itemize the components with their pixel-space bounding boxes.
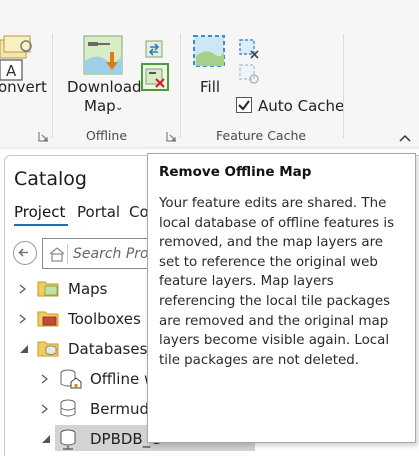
database-home-icon [60,369,82,389]
checkmark-icon [238,100,250,111]
ribbon-separator [180,34,181,138]
tab-portal[interactable]: Portal [77,203,120,221]
active-tab-indicator [14,224,68,226]
toolbox-icon [37,311,59,327]
download-map-label-2: Map [84,97,116,115]
search-field[interactable] [42,238,163,269]
convert-icon: A [0,35,32,81]
database-server-icon [60,429,76,450]
chevron-down-icon: ⌄ [115,102,124,113]
tab-project[interactable]: Project [14,203,65,221]
arrow-left-icon [18,248,28,257]
search-divider [67,244,68,264]
fill-label: Fill [200,78,221,96]
database-icon [60,399,76,417]
collapse-ribbon-icon[interactable] [398,133,412,143]
expand-arrow-icon [19,314,26,324]
dialog-launcher-icon[interactable] [166,131,177,142]
ribbon-separator [52,34,53,138]
sync-changes-icon[interactable] [143,38,165,60]
expand-arrow-icon [41,404,48,414]
collapse-arrow-icon [42,435,50,443]
fill-button[interactable]: Fill [190,34,230,98]
tab-computer[interactable]: Co [129,203,149,221]
home-icon [49,247,65,262]
ribbon-separator [343,34,344,138]
remove-offline-map-icon [145,68,165,88]
feature-cache-group-label: Feature Cache [216,128,307,143]
remove-cache-icon[interactable] [237,37,261,61]
auto-cache-label: Auto Cache [258,97,345,115]
back-button[interactable] [13,241,37,265]
download-map-label-1: Download [67,78,142,96]
ribbon-shadow [0,147,419,150]
dialog-launcher-icon[interactable] [38,131,49,142]
tooltip-body: Your feature edits are shared. The local… [159,196,395,368]
offline-group-label: Offline [86,128,128,143]
tooltip-title: Remove Offline Map [159,164,312,180]
tooltip: Remove Offline Map Your feature edits ar… [147,153,416,443]
collapse-arrow-icon [20,345,28,353]
auto-cache-checkbox[interactable] [236,97,252,113]
convert-label: onvert [0,78,47,96]
pane-title: Catalog [14,168,87,190]
convert-button[interactable]: A onvert [0,30,47,120]
cache-settings-icon[interactable] [237,62,261,86]
expand-arrow-icon [41,374,48,384]
tree-item-label: Databases [68,340,148,358]
database-folder-icon [37,341,59,357]
download-map-button[interactable]: Download Map ⌄ [64,34,142,118]
fill-cache-icon [193,35,225,67]
folder-map-icon [37,281,59,297]
download-map-icon [83,35,123,75]
tree-item-label: Toolboxes [68,310,141,328]
tree-item-label: Maps [68,280,108,298]
expand-arrow-icon [19,284,26,294]
remove-offline-map-button[interactable] [141,63,169,91]
ribbon: A onvert Download Map ⌄ Offline Fill Aut… [0,0,419,150]
